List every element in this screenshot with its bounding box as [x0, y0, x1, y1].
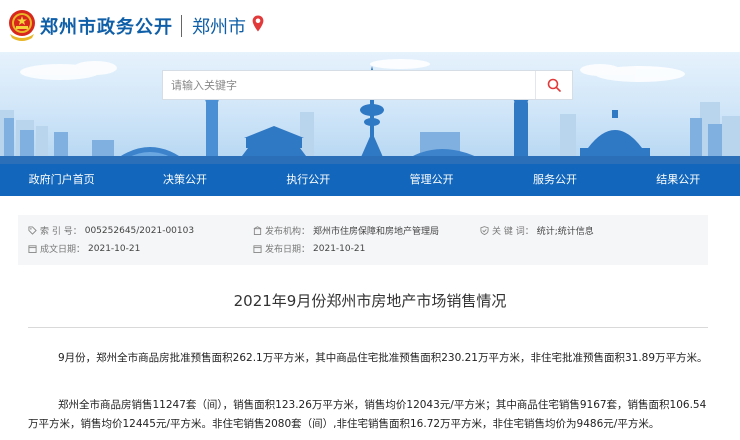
calendar-icon — [28, 245, 37, 253]
location-pin-icon[interactable] — [252, 15, 264, 32]
shield-check-icon — [480, 226, 489, 235]
site-name[interactable]: 郑州市政务公开 — [40, 13, 173, 39]
nav-item-service[interactable]: 服务公开 — [493, 164, 616, 196]
article-paragraph: 9月份，郑州全市商品房批准预售面积262.1万平方米，其中商品住宅批准预售面积2… — [58, 352, 708, 364]
meta-created-label: 成文日期： — [40, 245, 86, 255]
document-meta: 索 引 号： 005252645/2021-00103 发布机构： 郑州市住房保… — [18, 215, 708, 265]
nav-item-management[interactable]: 管理公开 — [370, 164, 493, 196]
title-divider — [28, 327, 708, 328]
meta-org: 发布机构： 郑州市住房保障和房地产管理局 — [253, 224, 439, 237]
nav-item-result[interactable]: 结果公开 — [617, 164, 740, 196]
city-skyline-illustration — [0, 59, 740, 164]
article-title: 2021年9月份郑州市房地产市场销售情况 — [233, 292, 507, 310]
banner — [0, 52, 740, 164]
site-header: 郑州市政务公开 郑州市 — [0, 0, 740, 52]
tag-icon — [28, 226, 37, 235]
meta-published: 发布日期： 2021-10-21 — [253, 242, 365, 255]
meta-created-value: 2021-10-21 — [88, 243, 141, 254]
nav-item-decision[interactable]: 决策公开 — [123, 164, 246, 196]
meta-org-label: 发布机构： — [265, 227, 311, 237]
header-divider — [181, 15, 182, 37]
search-box[interactable] — [162, 70, 573, 100]
building-icon — [253, 226, 262, 235]
search-button[interactable] — [535, 71, 572, 99]
search-input[interactable] — [163, 71, 535, 99]
meta-org-value: 郑州市住房保障和房地产管理局 — [313, 227, 440, 237]
meta-index: 索 引 号： 005252645/2021-00103 — [28, 224, 194, 237]
meta-index-label: 索 引 号： — [40, 227, 82, 237]
meta-keyword-value: 统计;统计信息 — [536, 227, 594, 237]
meta-keyword: 关 键 词： 统计;统计信息 — [480, 224, 594, 237]
meta-keyword-label: 关 键 词： — [492, 227, 534, 237]
national-emblem-icon — [9, 10, 35, 41]
meta-published-value: 2021-10-21 — [313, 243, 366, 254]
nav-item-home[interactable]: 政府门户首页 — [0, 164, 123, 196]
calendar-icon — [253, 245, 262, 253]
meta-created: 成文日期： 2021-10-21 — [28, 242, 140, 255]
meta-index-value: 005252645/2021-00103 — [84, 225, 195, 236]
meta-published-label: 发布日期： — [265, 245, 311, 255]
city-name[interactable]: 郑州市 — [192, 13, 246, 39]
main-nav: 政府门户首页 决策公开 执行公开 管理公开 服务公开 结果公开 — [0, 164, 740, 196]
nav-item-execution[interactable]: 执行公开 — [247, 164, 370, 196]
article-paragraph: 郑州全市商品房销售11247套（间），销售面积123.26万平方米，销售均价12… — [28, 399, 707, 430]
search-icon — [547, 78, 561, 92]
